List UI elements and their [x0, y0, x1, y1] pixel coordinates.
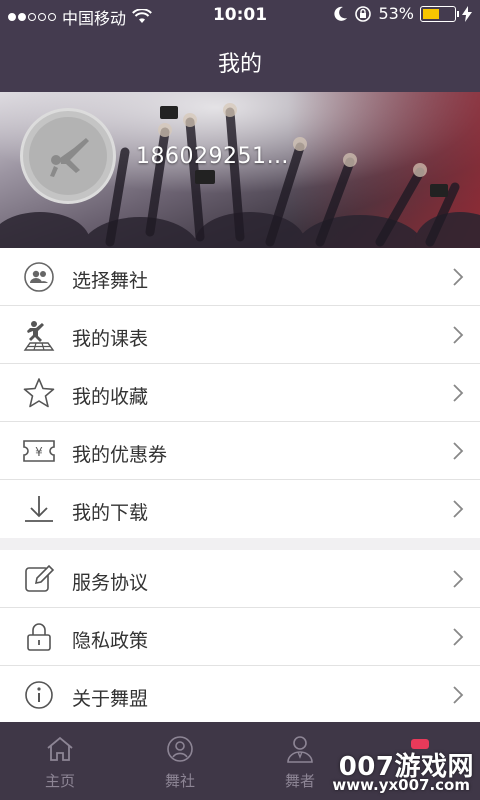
status-right: 53% — [334, 4, 472, 23]
menu-item-coupons[interactable]: ¥ 我的优惠券 — [0, 422, 480, 480]
tab-label: 主页 — [44, 772, 75, 790]
moon-icon — [334, 6, 348, 21]
battery-percent: 53% — [378, 4, 414, 23]
battery-icon — [420, 5, 459, 22]
tab-label: 舞者 — [284, 772, 315, 790]
username: 186029251… — [136, 144, 289, 169]
tab-club[interactable]: 舞社 — [120, 722, 240, 800]
breakdancer-icon — [50, 138, 89, 177]
menu-item-favorites[interactable]: 我的收藏 — [0, 364, 480, 422]
coupon-icon: ¥ — [22, 435, 56, 467]
dancer-icon — [22, 319, 56, 351]
chevron-right-icon — [453, 442, 464, 460]
status-bar: 中国移动 10:01 53% — [0, 0, 480, 30]
profile-header[interactable]: 186029251… — [0, 92, 480, 248]
home-icon — [45, 734, 75, 764]
dancer-person-icon — [285, 734, 315, 764]
charging-icon — [462, 5, 472, 22]
menu-item-label: 选择舞社 — [72, 270, 149, 292]
menu-item-label: 我的收藏 — [72, 386, 149, 408]
tab-label: 舞社 — [164, 772, 195, 790]
menu-item-label: 我的下载 — [72, 502, 149, 524]
chevron-right-icon — [453, 570, 464, 588]
svg-text:¥: ¥ — [35, 445, 43, 459]
chevron-right-icon — [453, 686, 464, 704]
people-icon — [22, 261, 56, 293]
rotation-lock-icon — [355, 5, 372, 22]
menu-item-about[interactable]: 关于舞盟 — [0, 666, 480, 724]
menu-item-label: 服务协议 — [72, 572, 149, 594]
lock-icon — [22, 621, 56, 653]
menu-item-my-schedule[interactable]: 我的课表 — [0, 306, 480, 364]
menu-item-privacy-policy[interactable]: 隐私政策 — [0, 608, 480, 666]
nav-bar: 我的 — [0, 30, 480, 92]
chevron-right-icon — [453, 384, 464, 402]
menu-item-label: 关于舞盟 — [72, 688, 149, 710]
menu-item-service-agreement[interactable]: 服务协议 — [0, 550, 480, 608]
menu-item-label: 我的优惠券 — [72, 444, 168, 466]
chevron-right-icon — [453, 326, 464, 344]
star-icon — [22, 377, 56, 409]
chevron-right-icon — [453, 268, 464, 286]
menu-item-label: 我的课表 — [72, 328, 149, 350]
tab-home[interactable]: 主页 — [0, 722, 120, 800]
club-icon — [165, 734, 195, 764]
menu-group-secondary: 服务协议 隐私政策 关于舞盟 — [0, 550, 480, 724]
menu-item-select-club[interactable]: 选择舞社 — [0, 248, 480, 306]
menu-item-downloads[interactable]: 我的下载 — [0, 480, 480, 538]
info-icon — [22, 679, 56, 711]
download-icon — [22, 493, 56, 525]
menu-group-primary: 选择舞社 我的课表 我的收藏 ¥ 我的优惠券 我的下载 — [0, 248, 480, 538]
chevron-right-icon — [453, 500, 464, 518]
watermark-url: www.yx007.com — [332, 776, 470, 794]
screen: 中国移动 10:01 53% 我的 186029251… 选择舞社 我的课表 我… — [0, 0, 480, 800]
menu-item-label: 隐私政策 — [72, 630, 149, 652]
chevron-right-icon — [453, 628, 464, 646]
page-title: 我的 — [217, 52, 262, 77]
avatar-placeholder — [29, 117, 107, 195]
battery-fill — [423, 8, 439, 19]
edit-icon — [22, 563, 56, 595]
avatar[interactable] — [20, 108, 116, 204]
